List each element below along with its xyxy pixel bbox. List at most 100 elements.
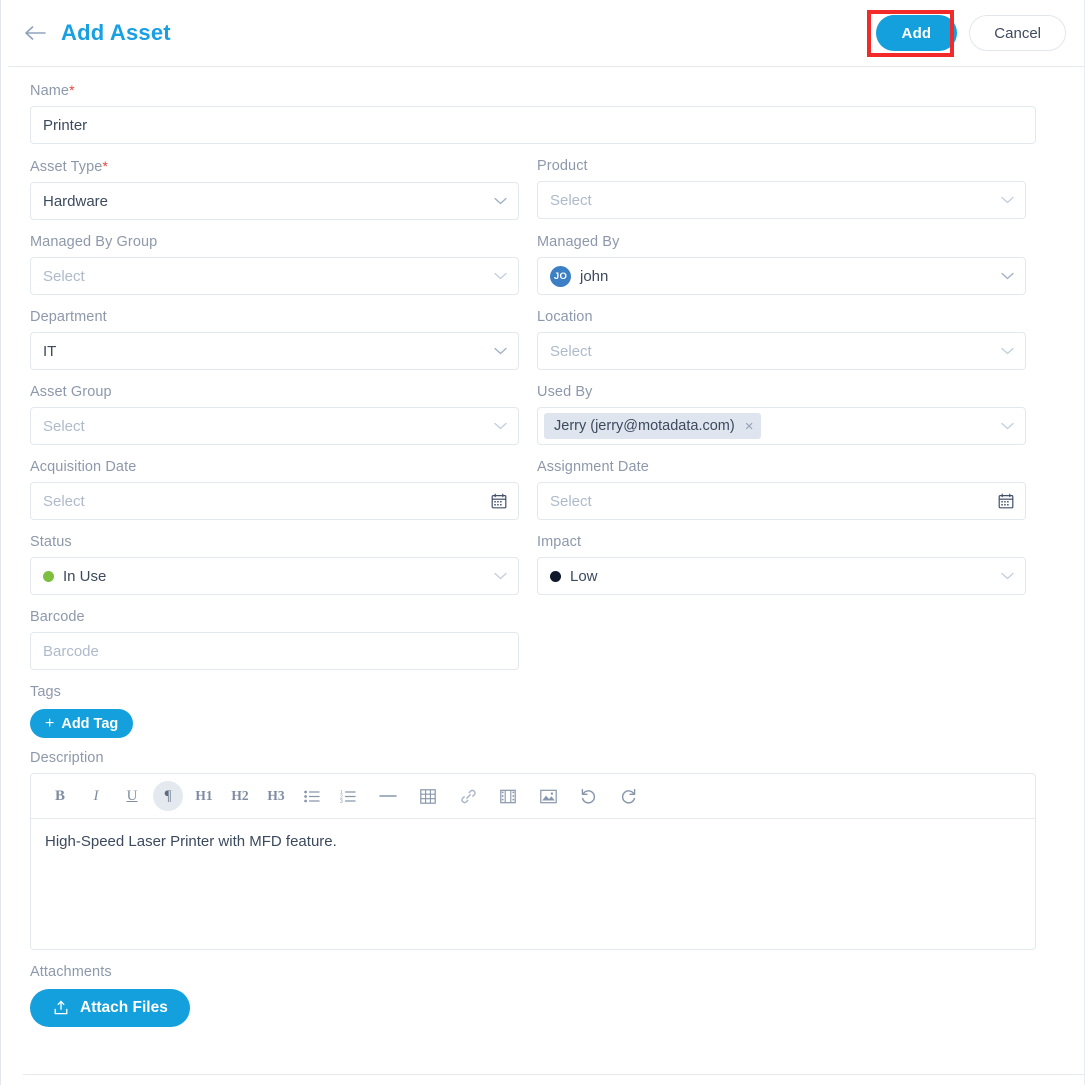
location-select[interactable]: Select [537,332,1026,370]
label-department: Department [30,309,107,325]
field-location: Location Select [537,309,1026,370]
chevron-down-icon [1000,419,1014,433]
heading-1-icon[interactable]: H1 [189,781,219,811]
video-icon[interactable] [493,781,523,811]
field-barcode: Barcode Barcode [30,609,519,670]
acquisition-date-input[interactable]: Select [30,482,519,520]
chevron-down-icon [1000,269,1014,283]
field-attachments: Attachments Attach Files [30,964,1026,1027]
label-assignment-date: Assignment Date [537,459,649,475]
chevron-down-icon [493,569,507,583]
cancel-button[interactable]: Cancel [969,15,1066,51]
add-button[interactable]: Add [875,15,958,51]
barcode-placeholder: Barcode [43,642,99,660]
label-used-by: Used By [537,384,593,400]
chevron-down-icon [493,344,507,358]
numbered-list-icon[interactable]: 123 [333,781,363,811]
editor-toolbar: B I U ¶ H1 H2 H3 123 [31,774,1035,819]
acquisition-date-placeholder: Select [43,492,85,510]
used-by-chip-label: Jerry (jerry@motadata.com) [554,418,735,434]
managed-by-value: john [580,267,609,285]
field-asset-type: Asset Type* Hardware [30,158,519,220]
chevron-down-icon [493,269,507,283]
label-attachments: Attachments [30,964,112,980]
label-acquisition-date: Acquisition Date [30,459,137,475]
attach-files-button[interactable]: Attach Files [30,989,190,1027]
plus-icon: + [45,714,55,732]
header-divider [8,66,1084,67]
field-asset-group: Asset Group Select [30,384,519,445]
italic-icon[interactable]: I [81,781,111,811]
add-tag-button[interactable]: + Add Tag [30,709,134,738]
horizontal-rule-icon[interactable] [373,781,403,811]
bold-icon[interactable]: B [45,781,75,811]
attach-files-label: Attach Files [80,999,168,1016]
description-editor: B I U ¶ H1 H2 H3 123 High-Speed Laser Pr… [30,773,1036,950]
name-value: Printer [43,116,88,134]
chevron-down-icon [1000,344,1014,358]
department-value: IT [43,342,57,360]
product-select[interactable]: Select [537,181,1026,219]
heading-3-icon[interactable]: H3 [261,781,291,811]
impact-select[interactable]: Low [537,557,1026,595]
form-grid: Name* Printer Asset Type* Hardware Produ… [30,82,1060,1041]
asset-form: Name* Printer Asset Type* Hardware Produ… [1,66,1084,1041]
chevron-down-icon [493,194,507,208]
field-impact: Impact Low [537,534,1026,595]
table-icon[interactable] [413,781,443,811]
page-header: Add Asset Add Cancel [1,0,1084,66]
field-department: Department IT [30,309,519,370]
asset-type-value: Hardware [43,192,109,210]
image-icon[interactable] [533,781,563,811]
used-by-select[interactable]: Jerry (jerry@motadata.com) × [537,407,1026,445]
undo-icon[interactable] [573,781,603,811]
assignment-date-input[interactable]: Select [537,482,1026,520]
label-barcode: Barcode [30,609,85,625]
svg-text:3: 3 [340,798,343,802]
header-actions: Add Cancel [875,15,1066,51]
barcode-input[interactable]: Barcode [30,632,519,670]
asset-group-select[interactable]: Select [30,407,519,445]
label-status: Status [30,534,72,550]
label-name: Name* [30,82,75,99]
impact-value: Low [570,567,598,585]
used-by-chip: Jerry (jerry@motadata.com) × [544,413,762,439]
calendar-icon[interactable] [998,493,1014,509]
managed-by-select[interactable]: JO john [537,257,1026,295]
redo-icon[interactable] [613,781,643,811]
field-product: Product Select [537,158,1026,220]
managed-by-group-placeholder: Select [43,267,85,285]
label-managed-by: Managed By [537,234,620,250]
close-icon[interactable]: × [745,419,754,434]
field-tags: Tags + Add Tag [30,684,1026,738]
product-placeholder: Select [550,191,592,209]
calendar-icon[interactable] [491,493,507,509]
description-text[interactable]: High-Speed Laser Printer with MFD featur… [31,819,1035,949]
required-marker: * [69,82,75,98]
paragraph-icon[interactable]: ¶ [153,781,183,811]
chevron-down-icon [1000,193,1014,207]
managed-by-group-select[interactable]: Select [30,257,519,295]
chevron-down-icon [1000,569,1014,583]
status-dot-icon [43,570,54,582]
field-assignment-date: Assignment Date Select [537,459,1026,520]
label-managed-by-group: Managed By Group [30,234,158,250]
name-input[interactable]: Printer [30,106,1036,144]
arrow-left-icon[interactable] [23,22,49,44]
underline-icon[interactable]: U [117,781,147,811]
label-tags: Tags [30,684,62,700]
department-select[interactable]: IT [30,332,519,370]
asset-type-select[interactable]: Hardware [30,182,519,220]
label-asset-type: Asset Type* [30,158,109,175]
assignment-date-placeholder: Select [550,492,592,510]
heading-2-icon[interactable]: H2 [225,781,255,811]
label-impact: Impact [537,534,582,550]
add-asset-page: Add Asset Add Cancel Name* Printer Asset [0,0,1085,1085]
status-select[interactable]: In Use [30,557,519,595]
bullet-list-icon[interactable] [297,781,327,811]
field-acquisition-date: Acquisition Date Select [30,459,519,520]
link-icon[interactable] [453,781,483,811]
header-left: Add Asset [23,20,171,46]
upload-icon [52,999,70,1017]
